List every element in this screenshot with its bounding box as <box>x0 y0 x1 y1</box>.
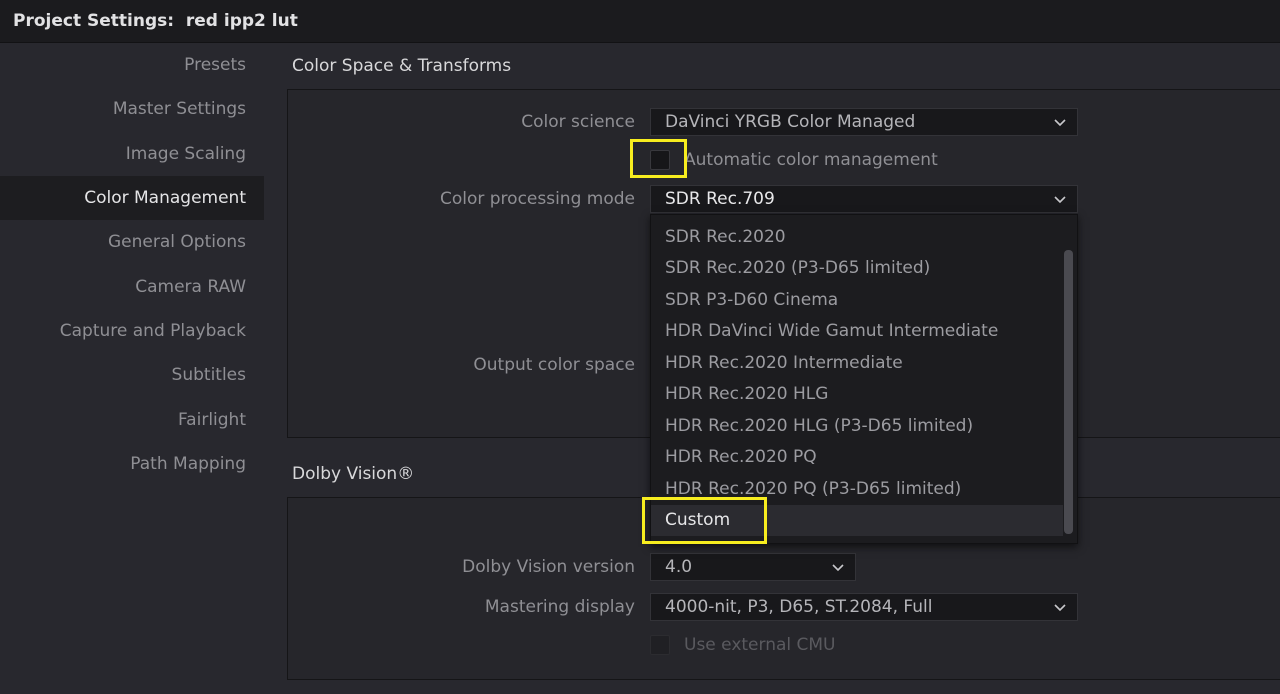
sidebar-item-label: Path Mapping <box>130 454 246 474</box>
mastering-display-value: 4000-nit, P3, D65, ST.2084, Full <box>665 597 933 617</box>
window-title: Project Settings: red ipp2 lut <box>13 11 298 31</box>
color-processing-mode-list: SDR Rec.2020 SDR Rec.2020 (P3-D65 limite… <box>650 214 1078 544</box>
sidebar-item-color-management[interactable]: Color Management <box>0 176 264 220</box>
sidebar-item-label: General Options <box>108 232 246 252</box>
dolby-vision-version-label: Dolby Vision version <box>462 557 635 577</box>
color-processing-mode-label: Color processing mode <box>439 189 635 209</box>
sidebar-item-camera-raw[interactable]: Camera RAW <box>0 265 264 309</box>
option-sdr-rec2020[interactable]: SDR Rec.2020 <box>651 222 1063 253</box>
chevron-down-icon <box>832 564 844 572</box>
sidebar-item-label: Fairlight <box>177 410 246 430</box>
sidebar-item-image-scaling[interactable]: Image Scaling <box>0 132 264 176</box>
mastering-display-label: Mastering display <box>484 597 635 617</box>
dolby-vision-version-dropdown[interactable]: 4.0 <box>650 553 856 581</box>
color-processing-mode-value: SDR Rec.709 <box>665 189 775 209</box>
option-hdr-davinci-wide-gamut[interactable]: HDR DaVinci Wide Gamut Intermediate <box>651 316 1063 347</box>
option-sdr-rec2020-p3d65[interactable]: SDR Rec.2020 (P3-D65 limited) <box>651 253 1063 284</box>
option-hdr-rec2020-pq[interactable]: HDR Rec.2020 PQ <box>651 442 1063 473</box>
option-hdr-rec2020-pq-p3d65[interactable]: HDR Rec.2020 PQ (P3-D65 limited) <box>651 474 1063 505</box>
use-external-cmu-checkbox[interactable] <box>650 635 670 655</box>
sidebar-item-label: Color Management <box>84 188 246 208</box>
option-hdr-rec2020-hlg-p3d65[interactable]: HDR Rec.2020 HLG (P3-D65 limited) <box>651 411 1063 442</box>
title-bar: Project Settings: red ipp2 lut <box>0 0 1280 43</box>
dropdown-scrollbar[interactable] <box>1064 250 1073 534</box>
option-hdr-rec2020-hlg[interactable]: HDR Rec.2020 HLG <box>651 379 1063 410</box>
settings-sidebar: Presets Master Settings Image Scaling Co… <box>0 43 264 694</box>
sidebar-item-label: Image Scaling <box>125 144 246 164</box>
sidebar-item-presets[interactable]: Presets <box>0 43 264 87</box>
sidebar-item-fairlight[interactable]: Fairlight <box>0 398 264 442</box>
sidebar-item-label: Capture and Playback <box>59 321 246 341</box>
use-external-cmu-label: Use external CMU <box>684 635 836 655</box>
color-science-label: Color science <box>521 112 635 132</box>
color-processing-mode-dropdown[interactable]: SDR Rec.709 <box>650 185 1078 213</box>
dolby-vision-section-title: Dolby Vision® <box>292 464 415 484</box>
sidebar-item-label: Subtitles <box>171 365 246 385</box>
option-hdr-rec2020-intermediate[interactable]: HDR Rec.2020 Intermediate <box>651 348 1063 379</box>
option-custom[interactable]: Custom <box>651 505 1063 536</box>
color-science-dropdown[interactable]: DaVinci YRGB Color Managed <box>650 108 1078 136</box>
chevron-down-icon <box>1054 119 1066 127</box>
sidebar-item-capture-and-playback[interactable]: Capture and Playback <box>0 309 264 353</box>
sidebar-item-master-settings[interactable]: Master Settings <box>0 87 264 131</box>
auto-color-management-checkbox[interactable] <box>650 150 670 170</box>
sidebar-item-subtitles[interactable]: Subtitles <box>0 353 264 397</box>
sidebar-item-general-options[interactable]: General Options <box>0 220 264 264</box>
chevron-down-icon <box>1054 196 1066 204</box>
mastering-display-dropdown[interactable]: 4000-nit, P3, D65, ST.2084, Full <box>650 593 1078 621</box>
dolby-vision-version-value: 4.0 <box>665 557 693 577</box>
color-science-value: DaVinci YRGB Color Managed <box>665 112 916 132</box>
chevron-down-icon <box>1054 604 1066 612</box>
sidebar-item-path-mapping[interactable]: Path Mapping <box>0 442 264 486</box>
auto-color-management-label: Automatic color management <box>684 150 938 170</box>
sidebar-item-label: Presets <box>184 55 246 75</box>
option-sdr-p3d60-cinema[interactable]: SDR P3-D60 Cinema <box>651 285 1063 316</box>
color-space-section-title: Color Space & Transforms <box>292 56 512 76</box>
output-color-space-label: Output color space <box>473 355 635 375</box>
sidebar-item-label: Master Settings <box>112 99 246 119</box>
sidebar-item-label: Camera RAW <box>135 277 246 297</box>
